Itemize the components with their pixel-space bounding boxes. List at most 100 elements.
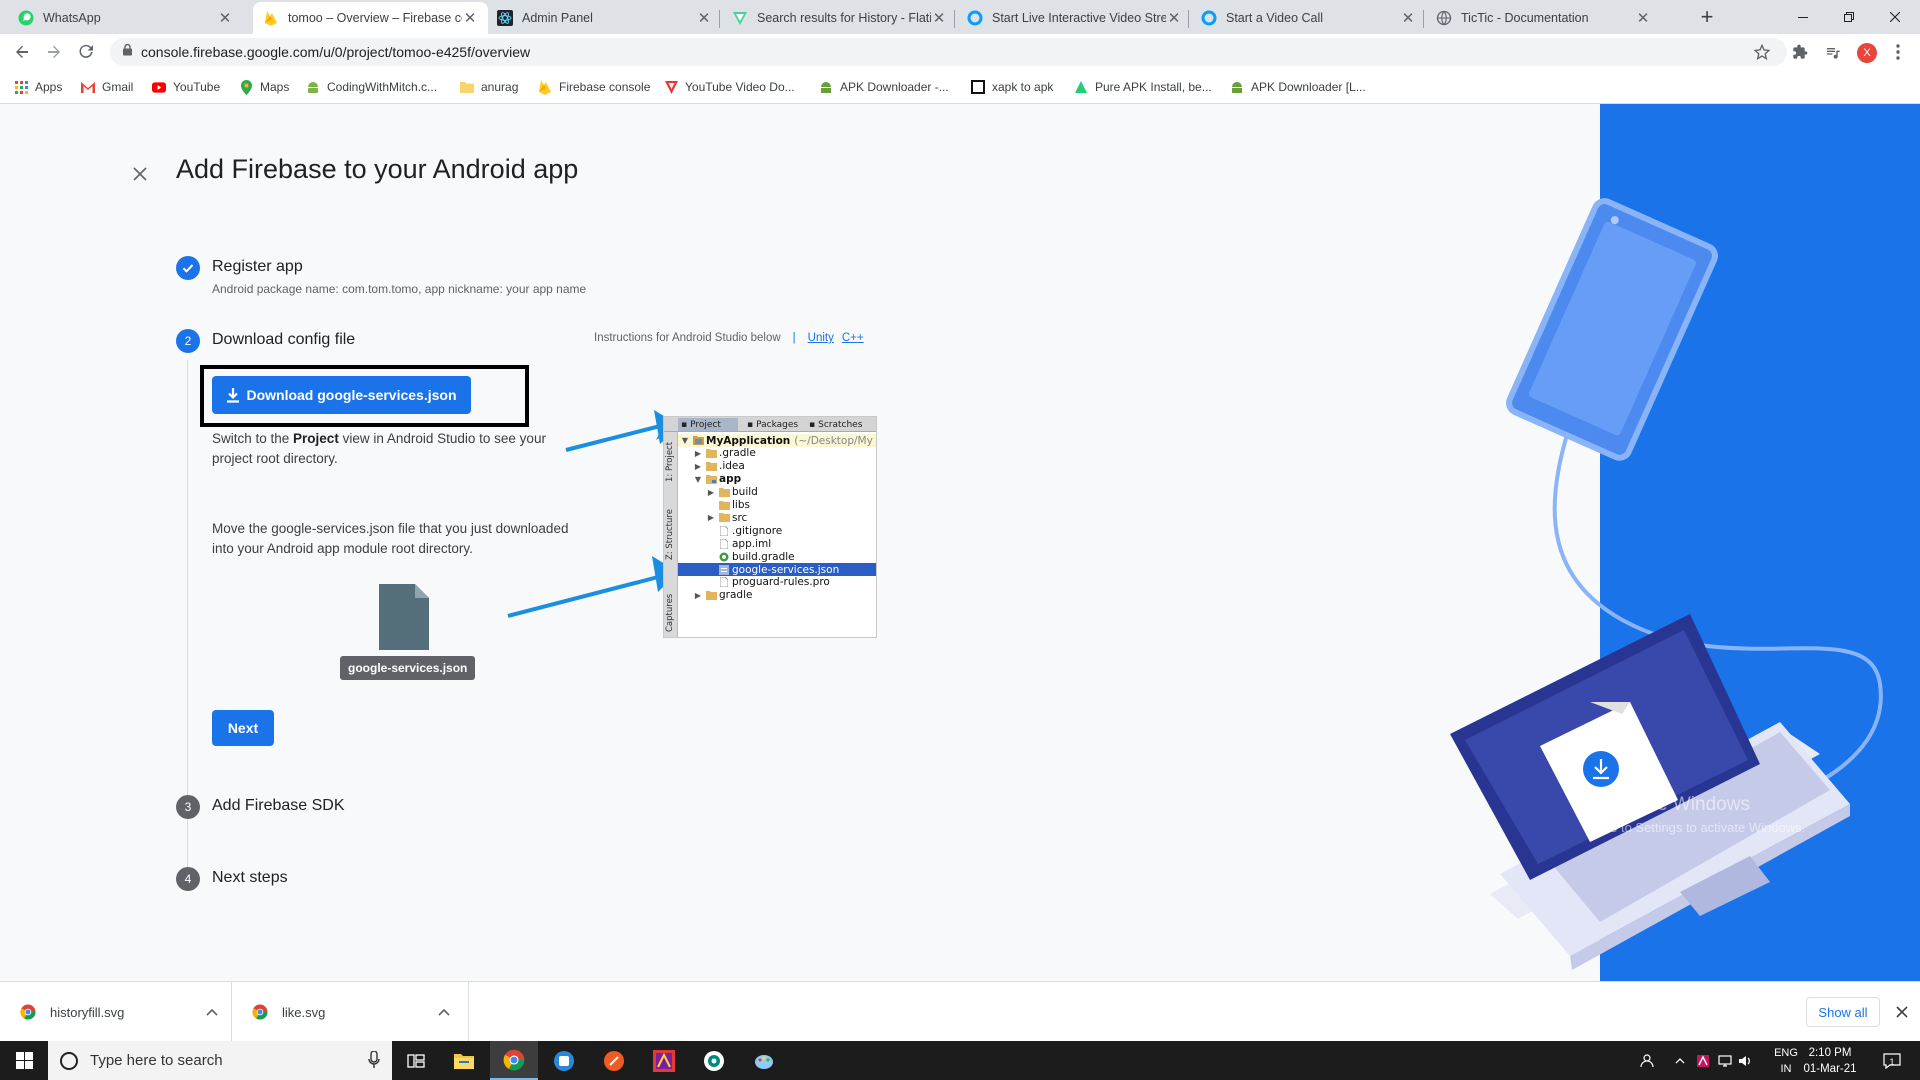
divider: | xyxy=(792,332,796,344)
bookmark-item[interactable]: YouTube Video Do... xyxy=(664,78,795,96)
vidmate-icon xyxy=(664,80,678,94)
step-4-label[interactable]: Next steps xyxy=(212,869,288,887)
close-tab-icon[interactable]: ✕ xyxy=(462,9,478,27)
download-item[interactable]: historyfill.svg xyxy=(0,982,232,1042)
close-shelf-button[interactable] xyxy=(1890,1000,1914,1024)
step-3-label[interactable]: Add Firebase SDK xyxy=(212,797,345,815)
extensions-puzzle-icon[interactable] xyxy=(1788,40,1812,64)
close-tab-icon[interactable]: ✕ xyxy=(696,9,712,27)
folder-icon xyxy=(705,590,717,600)
clock-date: 01-Mar-21 xyxy=(1803,1063,1857,1075)
close-setup-button[interactable] xyxy=(128,162,152,186)
postman-icon[interactable] xyxy=(590,1041,638,1080)
windows-activation-watermark: Activate Windows Go to Settings to activ… xyxy=(1600,794,1805,835)
windows-app-icon[interactable] xyxy=(540,1041,588,1080)
bookmark-label: YouTube xyxy=(173,80,221,94)
bookmark-item[interactable]: APK Downloader -... xyxy=(819,78,949,96)
close-window-button[interactable] xyxy=(1872,0,1918,34)
browser-tab[interactable]: Search results for History - Flaticon✕ xyxy=(722,2,957,34)
file-icon xyxy=(718,577,730,588)
bookmark-item[interactable]: Pure APK Install, be... xyxy=(1074,78,1212,96)
taskbar-search-box[interactable]: Type here to search xyxy=(48,1041,392,1080)
volume-icon[interactable] xyxy=(1736,1041,1754,1080)
chrome-menu-icon[interactable] xyxy=(1886,40,1910,64)
browser-tab[interactable]: Admin Panel ✕ xyxy=(487,2,722,34)
restore-button[interactable] xyxy=(1826,0,1872,34)
download-item[interactable]: like.svg xyxy=(232,982,469,1042)
media-queue-icon[interactable] xyxy=(1821,40,1845,64)
windows-start-button[interactable] xyxy=(0,1041,48,1080)
app-icon[interactable] xyxy=(690,1041,738,1080)
watermark-subtitle: Go to Settings to activate Windows. xyxy=(1600,820,1806,835)
bookmark-item[interactable]: APK Downloader [L... xyxy=(1230,78,1366,96)
close-tab-icon[interactable]: ✕ xyxy=(1400,9,1416,27)
windows-logo-icon xyxy=(15,1052,33,1069)
task-view-icon[interactable] xyxy=(392,1041,440,1080)
forward-button[interactable] xyxy=(40,38,68,66)
folder-icon xyxy=(705,461,717,471)
bookmark-item[interactable]: CodingWithMitch.c... xyxy=(306,78,437,96)
browser-tab[interactable]: WhatsApp ✕ xyxy=(8,2,243,34)
bookmark-item[interactable]: Firebase console xyxy=(538,78,650,96)
network-icon[interactable] xyxy=(1716,1041,1734,1080)
module-icon xyxy=(705,474,717,484)
tab-title: Admin Panel xyxy=(522,11,593,25)
as-tree-row: app.iml xyxy=(678,537,876,550)
chrome-icon xyxy=(252,1004,268,1020)
language-code: ENG xyxy=(1774,1047,1798,1059)
system-clock[interactable]: 2:10 PM 01-Mar-21 xyxy=(1798,1045,1862,1077)
instructions-row: Instructions for Android Studio below | … xyxy=(594,332,872,344)
people-icon[interactable] xyxy=(1636,1041,1658,1080)
paint-icon[interactable] xyxy=(740,1041,788,1080)
minimize-button[interactable] xyxy=(1780,0,1826,34)
download-config-button[interactable]: Download google-services.json xyxy=(212,376,471,414)
chevron-up-icon[interactable] xyxy=(206,1005,218,1019)
as-tree-label: .idea xyxy=(719,460,745,473)
bookmark-item[interactable]: Apps xyxy=(14,78,62,96)
apk-icon xyxy=(1230,80,1244,94)
bookmark-star-icon[interactable] xyxy=(1750,40,1774,64)
firebase-icon xyxy=(538,80,552,95)
back-button[interactable] xyxy=(8,38,36,66)
show-all-downloads-button[interactable]: Show all xyxy=(1806,997,1880,1027)
browser-tab[interactable]: Start Live Interactive Video Stream ✕ xyxy=(957,2,1192,34)
bookmark-item[interactable]: Maps xyxy=(239,78,289,96)
file-explorer-icon[interactable] xyxy=(440,1041,488,1080)
bookmark-item[interactable]: anurag xyxy=(460,78,518,96)
chrome-icon[interactable] xyxy=(490,1041,538,1080)
tree-toggle-icon: ▶ xyxy=(694,590,702,600)
browser-tab[interactable]: TicTic - Documentation ✕ xyxy=(1426,2,1661,34)
app-tray-icon[interactable] xyxy=(1694,1041,1712,1080)
tree-toggle-icon: ▶ xyxy=(707,487,715,497)
folder-icon xyxy=(460,80,474,94)
next-button[interactable]: Next xyxy=(212,710,274,746)
tab-title: tomoo – Overview – Firebase console xyxy=(288,11,462,25)
browser-tab[interactable]: Start a Video Call ✕ xyxy=(1191,2,1426,34)
microphone-icon[interactable] xyxy=(368,1050,380,1074)
close-tab-icon[interactable]: ✕ xyxy=(217,9,233,27)
cpp-link[interactable]: C++ xyxy=(842,332,864,344)
agora-icon xyxy=(1201,10,1217,26)
as-tree-label: build.gradle xyxy=(732,550,795,563)
close-tab-icon[interactable]: ✕ xyxy=(1635,9,1651,27)
whatsapp-icon xyxy=(18,10,34,26)
language-indicator[interactable]: ENG IN xyxy=(1772,1045,1800,1077)
bookmark-item[interactable]: YouTube xyxy=(152,78,220,96)
unity-link[interactable]: Unity xyxy=(808,332,834,344)
close-tab-icon[interactable]: ✕ xyxy=(931,9,947,27)
new-tab-button[interactable]: + xyxy=(1693,4,1721,30)
tab-title: TicTic - Documentation xyxy=(1461,11,1589,25)
agora-icon xyxy=(967,10,983,26)
address-bar[interactable]: console.firebase.google.com/u/0/project/… xyxy=(110,38,1787,66)
close-tab-icon[interactable]: ✕ xyxy=(1166,9,1182,27)
bookmark-item[interactable]: xapk to apk xyxy=(971,78,1053,96)
browser-toolbar: console.firebase.google.com/u/0/project/… xyxy=(0,34,1920,70)
chevron-up-icon[interactable] xyxy=(1672,1041,1688,1080)
browser-tab[interactable]: tomoo – Overview – Firebase console✕ xyxy=(253,2,488,34)
profile-avatar[interactable]: X xyxy=(1857,43,1877,63)
reload-button[interactable] xyxy=(72,38,100,66)
notification-center-icon[interactable]: 1 xyxy=(1872,1041,1906,1080)
android-studio-icon[interactable] xyxy=(640,1041,688,1080)
chevron-up-icon[interactable] xyxy=(438,1005,450,1019)
bookmark-item[interactable]: Gmail xyxy=(81,78,133,96)
